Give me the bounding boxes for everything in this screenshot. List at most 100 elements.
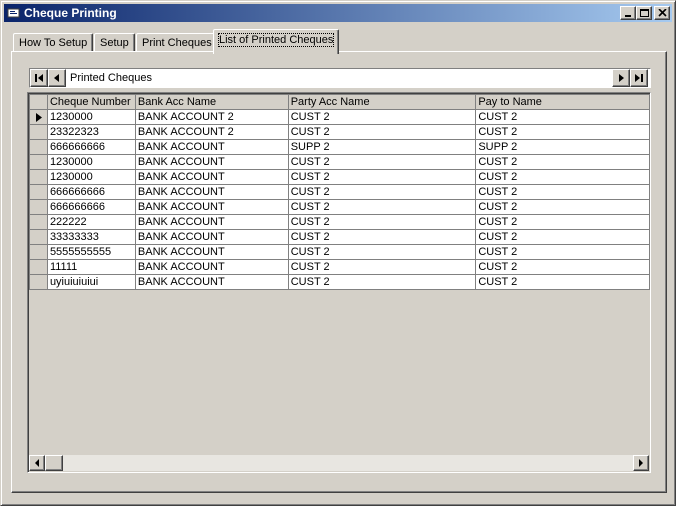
- tab-setup[interactable]: Setup: [94, 33, 135, 53]
- maximize-button[interactable]: [636, 6, 652, 20]
- previous-record-button[interactable]: [48, 69, 66, 87]
- row-selector[interactable]: [29, 169, 48, 185]
- table-cell[interactable]: CUST 2: [287, 274, 477, 290]
- row-selector[interactable]: [29, 199, 48, 215]
- table-cell[interactable]: 666666666: [46, 139, 136, 155]
- tab-label: Print Cheques: [142, 37, 212, 49]
- table-cell[interactable]: BANK ACCOUNT: [134, 274, 289, 290]
- window-title: Cheque Printing: [24, 6, 117, 20]
- table-cell[interactable]: BANK ACCOUNT: [134, 139, 289, 155]
- scroll-right-button[interactable]: [633, 455, 649, 471]
- tab-how-to-setup[interactable]: How To Setup: [13, 33, 94, 53]
- table-cell[interactable]: 222222: [46, 214, 136, 230]
- table-row[interactable]: 11111 BANK ACCOUNT CUST 2 CUST 2: [29, 259, 650, 275]
- data-control: Printed Cheques: [29, 68, 651, 88]
- tab-list-of-printed-cheques[interactable]: List of Printed Cheques: [213, 29, 340, 54]
- table-cell[interactable]: CUST 2: [287, 184, 477, 200]
- table-cell[interactable]: BANK ACCOUNT: [134, 259, 289, 275]
- table-cell[interactable]: BANK ACCOUNT: [134, 169, 289, 185]
- table-cell[interactable]: CUST 2: [475, 259, 650, 275]
- title-bar[interactable]: Cheque Printing: [4, 4, 672, 22]
- table-row[interactable]: 1230000 BANK ACCOUNT 2 CUST 2 CUST 2: [29, 109, 650, 125]
- table-cell[interactable]: CUST 2: [287, 124, 477, 140]
- table-cell[interactable]: BANK ACCOUNT: [134, 154, 289, 170]
- table-row[interactable]: 23322323 BANK ACCOUNT 2 CUST 2 CUST 2: [29, 124, 650, 140]
- row-selector[interactable]: [29, 259, 48, 275]
- row-selector[interactable]: [29, 184, 48, 200]
- table-cell[interactable]: 666666666: [46, 199, 136, 215]
- row-selector[interactable]: [29, 124, 48, 140]
- minimize-button[interactable]: [620, 6, 636, 20]
- table-cell[interactable]: CUST 2: [287, 109, 477, 125]
- table-cell[interactable]: CUST 2: [475, 109, 650, 125]
- table-cell[interactable]: CUST 2: [475, 229, 650, 245]
- table-cell[interactable]: CUST 2: [475, 169, 650, 185]
- row-selector[interactable]: [29, 229, 48, 245]
- table-cell[interactable]: uyiuiuiuiui: [46, 274, 136, 290]
- column-header[interactable]: Party Acc Name: [287, 94, 477, 110]
- table-cell[interactable]: BANK ACCOUNT: [134, 214, 289, 230]
- table-cell[interactable]: BANK ACCOUNT 2: [134, 109, 289, 125]
- table-cell[interactable]: BANK ACCOUNT: [134, 199, 289, 215]
- table-cell[interactable]: CUST 2: [475, 124, 650, 140]
- table-cell[interactable]: CUST 2: [475, 244, 650, 260]
- table-cell[interactable]: SUPP 2: [287, 139, 477, 155]
- table-row[interactable]: 1230000 BANK ACCOUNT CUST 2 CUST 2: [29, 169, 650, 185]
- table-cell[interactable]: CUST 2: [475, 154, 650, 170]
- table-cell[interactable]: CUST 2: [287, 229, 477, 245]
- next-record-icon: [619, 74, 624, 82]
- scroll-thumb[interactable]: [45, 455, 63, 471]
- row-selector[interactable]: [29, 274, 48, 290]
- column-header[interactable]: Bank Acc Name: [134, 94, 289, 110]
- tab-print-cheques[interactable]: Print Cheques: [136, 33, 218, 53]
- scroll-left-button[interactable]: [29, 455, 45, 471]
- table-row[interactable]: 666666666 BANK ACCOUNT CUST 2 CUST 2: [29, 199, 650, 215]
- table-cell[interactable]: SUPP 2: [475, 139, 650, 155]
- table-row[interactable]: 1230000 BANK ACCOUNT CUST 2 CUST 2: [29, 154, 650, 170]
- first-record-button[interactable]: [30, 69, 48, 87]
- minimize-icon: [625, 15, 631, 17]
- table-cell[interactable]: CUST 2: [287, 259, 477, 275]
- table-cell[interactable]: 1230000: [46, 109, 136, 125]
- table-cell[interactable]: CUST 2: [475, 184, 650, 200]
- table-row[interactable]: 666666666 BANK ACCOUNT SUPP 2 SUPP 2: [29, 139, 650, 155]
- table-cell[interactable]: CUST 2: [287, 214, 477, 230]
- table-cell[interactable]: BANK ACCOUNT: [134, 184, 289, 200]
- table-cell[interactable]: 1230000: [46, 154, 136, 170]
- table-cell[interactable]: 666666666: [46, 184, 136, 200]
- table-cell[interactable]: CUST 2: [287, 199, 477, 215]
- table-row[interactable]: uyiuiuiuiui BANK ACCOUNT CUST 2 CUST 2: [29, 274, 650, 290]
- table-cell[interactable]: 23322323: [46, 124, 136, 140]
- table-cell[interactable]: 1230000: [46, 169, 136, 185]
- row-selector[interactable]: [29, 139, 48, 155]
- next-record-button[interactable]: [612, 69, 630, 87]
- table-cell[interactable]: 5555555555: [46, 244, 136, 260]
- table-cell[interactable]: BANK ACCOUNT: [134, 244, 289, 260]
- horizontal-scrollbar[interactable]: [29, 455, 649, 471]
- column-header[interactable]: Cheque Number: [46, 94, 136, 110]
- table-cell[interactable]: CUST 2: [475, 199, 650, 215]
- row-selector[interactable]: [29, 109, 48, 125]
- table-cell[interactable]: CUST 2: [475, 214, 650, 230]
- table-cell[interactable]: 33333333: [46, 229, 136, 245]
- table-cell[interactable]: CUST 2: [475, 274, 650, 290]
- row-selector[interactable]: [29, 214, 48, 230]
- row-selector[interactable]: [29, 244, 48, 260]
- table-cell[interactable]: BANK ACCOUNT 2: [134, 124, 289, 140]
- table-row[interactable]: 33333333 BANK ACCOUNT CUST 2 CUST 2: [29, 229, 650, 245]
- close-button[interactable]: [654, 6, 670, 20]
- row-selector[interactable]: [29, 154, 48, 170]
- table-row[interactable]: 666666666 BANK ACCOUNT CUST 2 CUST 2: [29, 184, 650, 200]
- table-row[interactable]: 5555555555 BANK ACCOUNT CUST 2 CUST 2: [29, 244, 650, 260]
- column-header[interactable]: Pay to Name: [475, 94, 650, 110]
- printed-cheques-grid[interactable]: Cheque Number Bank Acc Name Party Acc Na…: [27, 92, 651, 473]
- last-record-button[interactable]: [630, 69, 648, 87]
- table-cell[interactable]: BANK ACCOUNT: [134, 229, 289, 245]
- table-row[interactable]: 222222 BANK ACCOUNT CUST 2 CUST 2: [29, 214, 650, 230]
- last-record-icon: [635, 74, 643, 82]
- table-cell[interactable]: CUST 2: [287, 154, 477, 170]
- table-cell[interactable]: CUST 2: [287, 169, 477, 185]
- table-cell[interactable]: CUST 2: [287, 244, 477, 260]
- table-cell[interactable]: 11111: [46, 259, 136, 275]
- current-row-icon: [36, 113, 42, 122]
